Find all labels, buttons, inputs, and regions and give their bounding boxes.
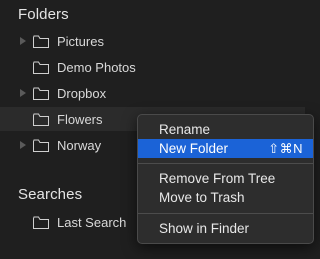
disclosure-triangle-icon[interactable] <box>20 37 26 45</box>
menu-item-move-to-trash[interactable]: Move to Trash <box>138 188 313 207</box>
menu-item-remove-from-tree[interactable]: Remove From Tree <box>138 169 313 188</box>
folder-label: Norway <box>57 137 102 153</box>
smart-folder-icon <box>33 216 49 229</box>
folder-icon <box>33 113 49 126</box>
search-label: Last Search <box>57 214 127 230</box>
menu-item-new-folder[interactable]: New Folder ⇧⌘N <box>138 139 313 158</box>
menu-item-show-in-finder[interactable]: Show in Finder <box>138 219 313 238</box>
folder-row-dropbox[interactable]: Dropbox <box>0 81 305 105</box>
menu-item-rename[interactable]: Rename <box>138 120 313 139</box>
folders-section-title: Folders <box>18 6 69 23</box>
disclosure-triangle-icon[interactable] <box>20 141 26 149</box>
folder-icon <box>33 61 49 74</box>
folder-label: Pictures <box>57 33 104 49</box>
searches-section-title: Searches <box>18 186 83 203</box>
disclosure-triangle-icon[interactable] <box>20 89 26 97</box>
folder-row-pictures[interactable]: Pictures <box>0 29 305 53</box>
keyboard-shortcut: ⇧⌘N <box>268 141 303 156</box>
folder-label: Flowers <box>57 111 103 127</box>
folder-label: Demo Photos <box>57 59 136 75</box>
menu-item-label: New Folder <box>159 141 229 156</box>
context-menu: Rename New Folder ⇧⌘N Remove From Tree M… <box>137 114 314 244</box>
folder-icon <box>33 87 49 100</box>
folder-icon <box>33 139 49 152</box>
folder-row-demo-photos[interactable]: Demo Photos <box>0 55 305 79</box>
menu-separator <box>138 213 313 214</box>
folder-label: Dropbox <box>57 85 107 101</box>
folder-icon <box>33 35 49 48</box>
menu-separator <box>138 163 313 164</box>
